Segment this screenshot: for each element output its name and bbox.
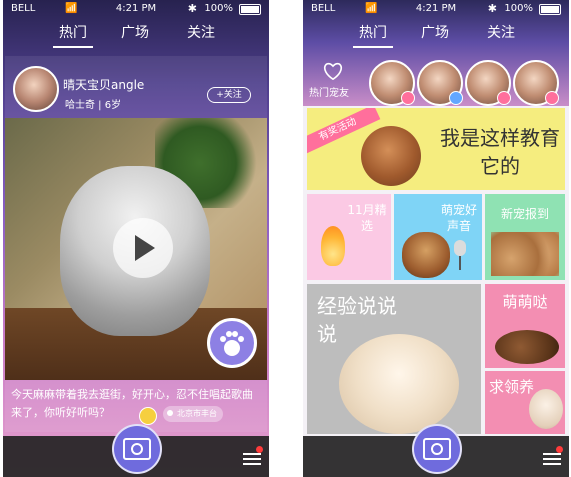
puppies-image — [491, 232, 559, 276]
menu-icon[interactable] — [243, 446, 263, 465]
female-icon — [545, 91, 559, 105]
tile-label: 11月精选 — [347, 203, 387, 233]
tile-new-pets[interactable]: 新宠报到 — [485, 194, 565, 280]
notification-dot — [556, 446, 563, 453]
female-icon — [401, 91, 415, 105]
phone-screen-hot-feed: BELL 📶 4:21 PM ✱ 100% 热门 广场 关注 晴天宝贝angle… — [3, 0, 269, 477]
feed-photo[interactable] — [5, 118, 267, 380]
pet-friends-label[interactable]: 热门宠友 — [309, 84, 349, 99]
notification-dot — [256, 446, 263, 453]
bluetooth-icon: ✱ — [187, 2, 197, 15]
bluetooth-icon: ✱ — [487, 2, 497, 15]
status-bar: BELL 📶 4:21 PM ✱ 100% — [303, 0, 569, 18]
banner-title: 我是这样教育它的 — [440, 126, 560, 178]
tile-experience[interactable]: 经验说说说 — [307, 284, 481, 434]
paw-icon[interactable] — [207, 318, 257, 368]
tile-pet-voice[interactable]: 萌宠好声音 — [394, 194, 482, 280]
battery-icon — [539, 4, 561, 15]
battery-label: 100% — [204, 3, 233, 14]
camera-icon[interactable] — [112, 424, 162, 474]
tile-label: 新宠报到 — [500, 207, 549, 221]
dog-image — [529, 389, 563, 429]
friend-avatar[interactable] — [369, 60, 415, 106]
phone-screen-square: BELL 📶 4:21 PM ✱ 100% 热门 广场 关注 热门宠友 有奖活动… — [303, 0, 569, 477]
friend-avatar[interactable] — [465, 60, 511, 106]
tab-hot[interactable]: 热门 — [343, 22, 403, 48]
location-text: 北京市丰台 — [177, 409, 217, 418]
tab-hot[interactable]: 热门 — [43, 22, 103, 48]
female-icon — [497, 91, 511, 105]
tile-label: 萌宠好声音 — [440, 203, 477, 233]
tab-square[interactable]: 广场 — [405, 22, 465, 42]
emoji-icon — [139, 407, 157, 425]
dog-image — [402, 232, 450, 278]
location-badge[interactable]: 北京市丰台 — [163, 406, 223, 422]
tile-cute[interactable]: 萌萌哒 — [485, 284, 565, 368]
banner-activity[interactable]: 有奖活动 我是这样教育它的 — [307, 108, 565, 190]
tab-follow[interactable]: 关注 — [171, 22, 231, 42]
flame-icon — [321, 226, 345, 266]
follow-button[interactable]: +关注 — [207, 87, 251, 103]
tab-square[interactable]: 广场 — [105, 22, 165, 42]
tile-november-picks[interactable]: 11月精选 — [307, 194, 391, 280]
male-icon — [449, 91, 463, 105]
user-name[interactable]: 晴天宝贝angle — [63, 76, 144, 93]
location-icon — [167, 410, 173, 416]
camera-icon[interactable] — [412, 424, 462, 474]
user-meta: 哈士奇 | 6岁 — [65, 100, 122, 111]
battery-label: 100% — [504, 3, 533, 14]
top-tabs: 热门 广场 关注 — [3, 18, 269, 48]
battery-icon — [239, 4, 261, 15]
feed-card: 晴天宝贝angle 哈士奇 | 6岁 +关注 今天麻麻带着我去逛街，好开心，忍不… — [5, 56, 267, 432]
tile-adoption[interactable]: 求领养 — [485, 371, 565, 434]
white-puppy-image — [339, 334, 459, 434]
avatar[interactable] — [13, 66, 59, 112]
tile-label: 萌萌哒 — [502, 293, 548, 311]
dog-image — [495, 330, 559, 364]
poodle-image — [361, 126, 421, 186]
friend-avatar[interactable] — [417, 60, 463, 106]
microphone-icon — [452, 240, 468, 270]
top-tabs: 热门 广场 关注 — [303, 18, 569, 48]
tab-follow[interactable]: 关注 — [471, 22, 531, 42]
play-icon[interactable] — [113, 218, 173, 278]
heart-icon — [323, 62, 343, 80]
status-bar: BELL 📶 4:21 PM ✱ 100% — [3, 0, 269, 18]
menu-icon[interactable] — [543, 446, 563, 465]
friend-avatar[interactable] — [513, 60, 559, 106]
